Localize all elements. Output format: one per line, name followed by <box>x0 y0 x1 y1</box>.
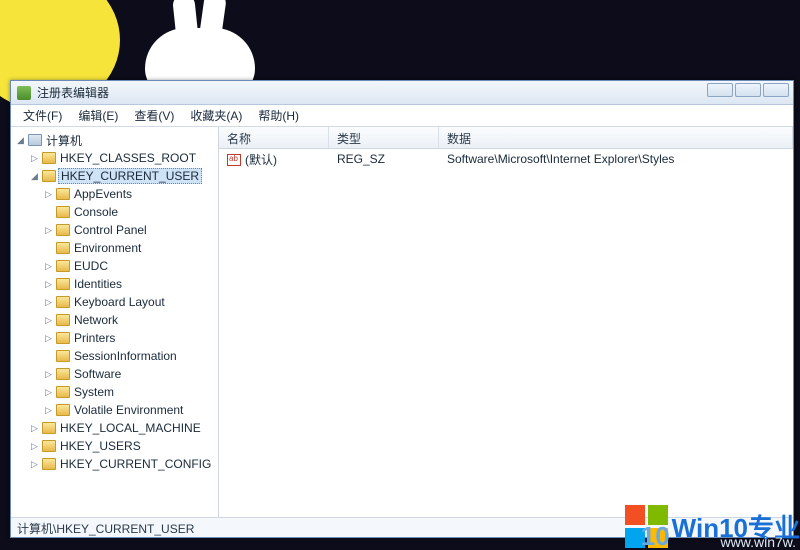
expand-icon[interactable]: ▷ <box>29 459 40 470</box>
tree-node-hkcc[interactable]: ▷HKEY_CURRENT_CONFIG <box>27 455 216 473</box>
menu-view[interactable]: 查看(V) <box>128 105 180 126</box>
menu-favorites[interactable]: 收藏夹(A) <box>184 105 248 126</box>
folder-icon <box>56 296 70 308</box>
menu-file[interactable]: 文件(F) <box>17 105 68 126</box>
status-path: 计算机\HKEY_CURRENT_USER <box>17 522 194 536</box>
window-title: 注册表编辑器 <box>37 84 787 101</box>
folder-icon <box>56 314 70 326</box>
tree-node-volatile[interactable]: ▷Volatile Environment <box>41 401 216 419</box>
tree-node-session[interactable]: SessionInformation <box>41 347 216 365</box>
expand-icon[interactable]: ▷ <box>43 297 54 308</box>
folder-icon <box>56 224 70 236</box>
folder-icon <box>56 368 70 380</box>
folder-icon <box>42 170 56 182</box>
tree-node-hku[interactable]: ▷HKEY_USERS <box>27 437 216 455</box>
tree-node-hkcu[interactable]: ◢ HKEY_CURRENT_USER <box>27 167 216 185</box>
tree-node-eudc[interactable]: ▷EUDC <box>41 257 216 275</box>
tree-node-hklm[interactable]: ▷HKEY_LOCAL_MACHINE <box>27 419 216 437</box>
computer-icon <box>28 134 42 146</box>
expand-icon[interactable]: ▷ <box>43 369 54 380</box>
minimize-button[interactable] <box>707 83 733 97</box>
tree-pane[interactable]: ◢ 计算机 ▷ HKEY_CLASSES_ROOT <box>11 127 219 517</box>
folder-icon <box>42 440 56 452</box>
tree-node-appevents[interactable]: ▷AppEvents <box>41 185 216 203</box>
expand-icon[interactable]: ▷ <box>43 315 54 326</box>
expand-icon[interactable]: ▷ <box>29 441 40 452</box>
menu-edit[interactable]: 编辑(E) <box>72 105 124 126</box>
folder-icon <box>56 206 70 218</box>
folder-icon <box>42 152 56 164</box>
folder-icon <box>56 386 70 398</box>
bunny-graphic <box>135 0 295 90</box>
windows-logo-icon: 10 <box>625 505 668 548</box>
tree-node-console[interactable]: Console <box>41 203 216 221</box>
folder-icon <box>42 422 56 434</box>
menubar: 文件(F) 编辑(E) 查看(V) 收藏夹(A) 帮助(H) <box>11 105 793 127</box>
folder-icon <box>56 404 70 416</box>
value-row[interactable]: (默认) REG_SZ Software\Microsoft\Internet … <box>219 149 793 169</box>
list-header: 名称 类型 数据 <box>219 127 793 149</box>
col-header-name[interactable]: 名称 <box>219 127 329 148</box>
watermark-url: www.win7w. <box>721 534 796 550</box>
value-name: (默认) <box>245 153 277 167</box>
folder-icon <box>42 458 56 470</box>
tree-node-hkcr[interactable]: ▷ HKEY_CLASSES_ROOT <box>27 149 216 167</box>
regedit-icon <box>17 86 31 100</box>
tree-node-computer[interactable]: ◢ 计算机 <box>13 131 216 149</box>
tree-node-keyboard[interactable]: ▷Keyboard Layout <box>41 293 216 311</box>
tree-node-system[interactable]: ▷System <box>41 383 216 401</box>
folder-icon <box>56 188 70 200</box>
collapse-icon[interactable]: ◢ <box>15 135 26 146</box>
tree-node-controlpanel[interactable]: ▷Control Panel <box>41 221 216 239</box>
tree-node-network[interactable]: ▷Network <box>41 311 216 329</box>
expand-icon[interactable]: ▷ <box>29 423 40 434</box>
col-header-type[interactable]: 类型 <box>329 127 439 148</box>
tree-node-environment[interactable]: Environment <box>41 239 216 257</box>
folder-icon <box>56 278 70 290</box>
tree-node-printers[interactable]: ▷Printers <box>41 329 216 347</box>
tree-node-identities[interactable]: ▷Identities <box>41 275 216 293</box>
expand-icon[interactable]: ▷ <box>43 387 54 398</box>
values-pane: 名称 类型 数据 (默认) REG_SZ Software\Microsoft\… <box>219 127 793 517</box>
expand-icon[interactable]: ▷ <box>29 153 40 164</box>
expand-icon[interactable]: ▷ <box>43 333 54 344</box>
expand-icon[interactable]: ▷ <box>43 189 54 200</box>
maximize-button[interactable] <box>735 83 761 97</box>
expand-icon[interactable]: ▷ <box>43 279 54 290</box>
close-button[interactable] <box>763 83 789 97</box>
titlebar[interactable]: 注册表编辑器 <box>11 81 793 105</box>
tree-node-software[interactable]: ▷Software <box>41 365 216 383</box>
folder-icon <box>56 242 70 254</box>
expand-icon[interactable]: ▷ <box>43 225 54 236</box>
folder-icon <box>56 260 70 272</box>
col-header-data[interactable]: 数据 <box>439 127 793 148</box>
expand-icon[interactable]: ▷ <box>43 405 54 416</box>
folder-icon <box>56 350 70 362</box>
expand-icon[interactable]: ▷ <box>43 261 54 272</box>
collapse-icon[interactable]: ◢ <box>29 171 40 182</box>
menu-help[interactable]: 帮助(H) <box>252 105 305 126</box>
value-type: REG_SZ <box>329 152 439 166</box>
folder-icon <box>56 332 70 344</box>
string-value-icon <box>227 154 241 166</box>
regedit-window: 注册表编辑器 文件(F) 编辑(E) 查看(V) 收藏夹(A) 帮助(H) ◢ <box>10 80 794 538</box>
value-data: Software\Microsoft\Internet Explorer\Sty… <box>439 152 793 166</box>
